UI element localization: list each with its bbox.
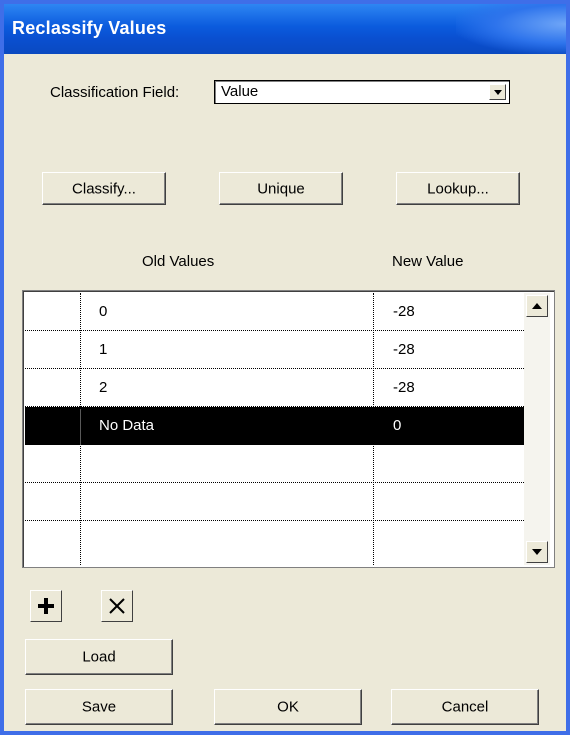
unique-button-label: Unique — [257, 180, 305, 197]
ok-button-label: OK — [277, 698, 299, 716]
new-value-cell[interactable]: -28 — [393, 303, 415, 320]
unique-button[interactable]: Unique — [219, 172, 343, 205]
cancel-button-label: Cancel — [441, 698, 489, 716]
table-row[interactable] — [25, 483, 524, 521]
ok-button[interactable]: OK — [214, 689, 362, 725]
x-icon — [109, 598, 125, 614]
new-value-header: New Value — [392, 253, 464, 270]
lookup-button-label: Lookup... — [427, 180, 489, 197]
new-value-cell[interactable]: 0 — [393, 417, 401, 434]
new-value-cell[interactable]: -28 — [393, 379, 415, 396]
column-divider — [373, 293, 374, 565]
window-title: Reclassify Values — [12, 18, 167, 38]
old-values-header: Old Values — [142, 253, 215, 270]
chevron-down-icon[interactable] — [489, 84, 506, 100]
reclass-table[interactable]: 0 -28 1 -28 2 -28 No Data 0 — [22, 290, 555, 568]
load-button-label: Load — [82, 648, 116, 666]
classify-button[interactable]: Classify... — [42, 172, 166, 205]
table-row[interactable]: 2 -28 — [25, 369, 524, 407]
classification-field-value: Value — [221, 83, 259, 100]
delete-row-button[interactable] — [101, 590, 133, 622]
old-value-cell[interactable]: 0 — [99, 303, 107, 320]
lookup-button[interactable]: Lookup... — [396, 172, 520, 205]
table-row[interactable] — [25, 445, 524, 483]
reclassify-dialog: Reclassify Values Classification Field: … — [0, 0, 570, 735]
title-bar[interactable]: Reclassify Values — [4, 4, 566, 54]
table-row-selected[interactable]: No Data 0 — [25, 407, 524, 445]
vertical-scrollbar[interactable] — [524, 293, 550, 565]
table-row[interactable] — [25, 521, 524, 559]
old-value-cell[interactable]: No Data — [99, 417, 154, 434]
old-value-cell[interactable]: 1 — [99, 341, 107, 358]
plus-icon — [38, 598, 54, 614]
classification-field-label: Classification Field: — [50, 84, 180, 101]
classify-button-label: Classify... — [72, 180, 136, 197]
old-value-cell[interactable]: 2 — [99, 379, 107, 396]
table-row[interactable]: 0 -28 — [25, 293, 524, 331]
save-button-label: Save — [81, 698, 117, 716]
save-button[interactable]: Save — [25, 689, 173, 725]
add-row-button[interactable] — [30, 590, 62, 622]
arrow-up-icon[interactable] — [526, 295, 548, 317]
cancel-button[interactable]: Cancel — [391, 689, 539, 725]
arrow-down-icon[interactable] — [526, 541, 548, 563]
selection-divider — [80, 409, 81, 445]
classification-field-select[interactable]: Value — [214, 80, 510, 104]
table-row[interactable]: 1 -28 — [25, 331, 524, 369]
new-value-cell[interactable]: -28 — [393, 341, 415, 358]
load-button[interactable]: Load — [25, 639, 173, 675]
